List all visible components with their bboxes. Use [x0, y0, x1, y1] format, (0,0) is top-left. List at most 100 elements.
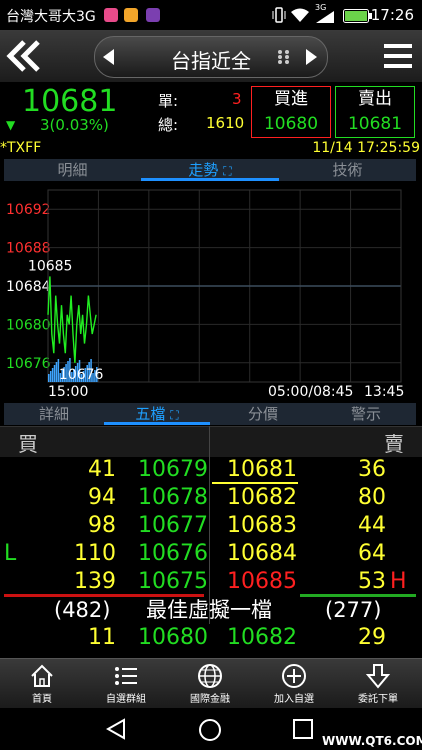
- total-volume: 1610: [206, 114, 245, 132]
- sell-header: 賣: [384, 432, 404, 456]
- tab-detail[interactable]: 明細: [4, 159, 141, 181]
- bid-total: (482): [54, 598, 111, 622]
- y-tick-label: 10692: [6, 202, 51, 218]
- download-arrow-icon: [365, 664, 391, 689]
- title-selector[interactable]: 台指近全: [94, 36, 328, 78]
- best-virtual-row: 11 10680 10682 29: [0, 624, 422, 652]
- bid-qty: 94: [88, 485, 116, 510]
- book-row: 94 10678 10682 80: [0, 484, 422, 512]
- watermark: WWW.QT6.COM: [322, 734, 422, 748]
- bid-price[interactable]: 10679: [128, 456, 208, 484]
- battery-icon: [343, 9, 372, 23]
- high-marker: H: [390, 569, 407, 594]
- expand-icon: ⛶: [223, 164, 232, 178]
- nav-international[interactable]: 國際金融: [168, 659, 252, 709]
- update-time: 11/14 17:25:59: [312, 140, 420, 156]
- nav-place-order-label: 委託下單: [358, 694, 398, 705]
- bid-price[interactable]: 10678: [128, 484, 208, 512]
- app-notification-icon: [124, 8, 138, 22]
- tab-info[interactable]: 詳細: [4, 403, 104, 425]
- home-icon: [31, 664, 53, 687]
- nav-add-watchlist-label: 加入自選: [274, 694, 314, 705]
- buy-price: 10680: [263, 114, 319, 134]
- bid-qty: 139: [74, 569, 116, 594]
- hamburger-icon[interactable]: [384, 42, 412, 70]
- total-volume-label: 總:: [158, 116, 179, 134]
- bid-qty: 110: [74, 541, 116, 566]
- signal-icon: [316, 11, 334, 23]
- ask-qty: 64: [358, 541, 386, 566]
- volume-bar: [49, 371, 52, 382]
- ask-qty: 80: [358, 485, 386, 510]
- buy-button[interactable]: 買進 10680: [251, 86, 331, 138]
- y-tick-label: 10688: [6, 241, 51, 257]
- symbol-code: *TXFF: [0, 140, 42, 156]
- x-mid-label: 05:00/08:45: [268, 384, 353, 400]
- top-nav-bar: 台指近全: [0, 30, 422, 83]
- ask-qty: 53: [358, 569, 386, 594]
- messenger-icon: [146, 8, 160, 22]
- best-ask-price[interactable]: 10682: [215, 624, 297, 652]
- double-chevron-left-icon[interactable]: [6, 40, 42, 72]
- ask-price[interactable]: 10685: [215, 568, 297, 596]
- bid-price[interactable]: 10676: [128, 540, 208, 568]
- tab-price-volume[interactable]: 分價: [210, 403, 316, 425]
- low-annotation: 10676: [59, 367, 104, 383]
- sell-price: 10681: [347, 114, 403, 134]
- vibrate-icon: [272, 7, 286, 23]
- ask-price[interactable]: 10682: [215, 484, 297, 512]
- book-row: L 110 10676 10684 64: [0, 540, 422, 568]
- tab-trend[interactable]: 走勢 ⛶: [141, 159, 279, 181]
- back-triangle-icon[interactable]: [106, 718, 126, 740]
- nav-home-label: 首頁: [32, 694, 52, 705]
- order-book: 買 賣 41 10679 10681 36 94 10678 10682 80 98 10677 1…: [0, 426, 422, 658]
- plus-circle-icon: [282, 664, 306, 688]
- bid-price[interactable]: 10677: [128, 512, 208, 540]
- last-price: 10681: [22, 84, 118, 119]
- book-tabs: 詳細 五檔 ⛶ 分價 警示: [4, 403, 416, 425]
- tab-trend-label: 走勢: [188, 161, 219, 179]
- down-arrow-icon: ▼: [6, 118, 16, 132]
- book-header: [0, 426, 422, 457]
- nav-watchlist-groups[interactable]: 自選群組: [84, 659, 168, 709]
- home-circle-icon[interactable]: [198, 718, 222, 742]
- level-marker: L: [4, 541, 17, 566]
- nav-place-order[interactable]: 委託下單: [336, 659, 420, 709]
- book-row: 98 10677 10683 44: [0, 512, 422, 540]
- clock: 17:26: [370, 6, 414, 24]
- bid-qty: 41: [88, 457, 116, 482]
- best-virtual-header: (482) 最佳虛擬一檔 (277): [0, 596, 422, 624]
- best-bid-qty: 11: [88, 625, 116, 650]
- volume-bar: [51, 368, 54, 382]
- y-tick-label: 10676: [6, 356, 51, 372]
- next-arrow-icon[interactable]: [305, 49, 317, 65]
- y-tick-label: 10684: [6, 279, 51, 295]
- nav-home[interactable]: 首頁: [0, 659, 84, 709]
- quote-panel: 10681 ▼ 3(0.03%) 單: 3 總: 1610 買進 10680 賣…: [0, 82, 422, 140]
- volume-bar: [48, 374, 50, 382]
- bid-price[interactable]: 10675: [128, 568, 208, 596]
- nav-add-watchlist[interactable]: 加入自選: [252, 659, 336, 709]
- x-start-label: 15:00: [48, 384, 88, 400]
- ask-price[interactable]: 10684: [215, 540, 297, 568]
- buy-header: 買: [18, 432, 38, 456]
- price-change: 3(0.03%): [40, 116, 109, 134]
- ask-price[interactable]: 10683: [215, 512, 297, 540]
- page-title: 台指近全: [171, 49, 251, 73]
- recent-apps-icon[interactable]: [293, 719, 313, 739]
- x-end-label: 13:45: [364, 384, 404, 400]
- bid-qty: 98: [88, 513, 116, 538]
- grip-icon: [278, 50, 289, 64]
- ask-total: (277): [325, 598, 382, 622]
- single-volume: 3: [232, 90, 242, 108]
- trend-chart[interactable]: 1069210688106841068010676106851067615:00…: [4, 182, 416, 402]
- sell-button[interactable]: 賣出 10681: [335, 86, 415, 138]
- tab-technical[interactable]: 技術: [279, 159, 416, 181]
- tab-five-levels[interactable]: 五檔 ⛶: [104, 403, 210, 425]
- globe-icon: [198, 664, 222, 688]
- single-volume-label: 單:: [158, 92, 179, 110]
- tab-alerts[interactable]: 警示: [316, 403, 416, 425]
- ask-price[interactable]: 10681: [215, 456, 297, 484]
- carrier-name: 台灣大哥大3G: [6, 9, 96, 25]
- best-bid-price[interactable]: 10680: [128, 624, 208, 652]
